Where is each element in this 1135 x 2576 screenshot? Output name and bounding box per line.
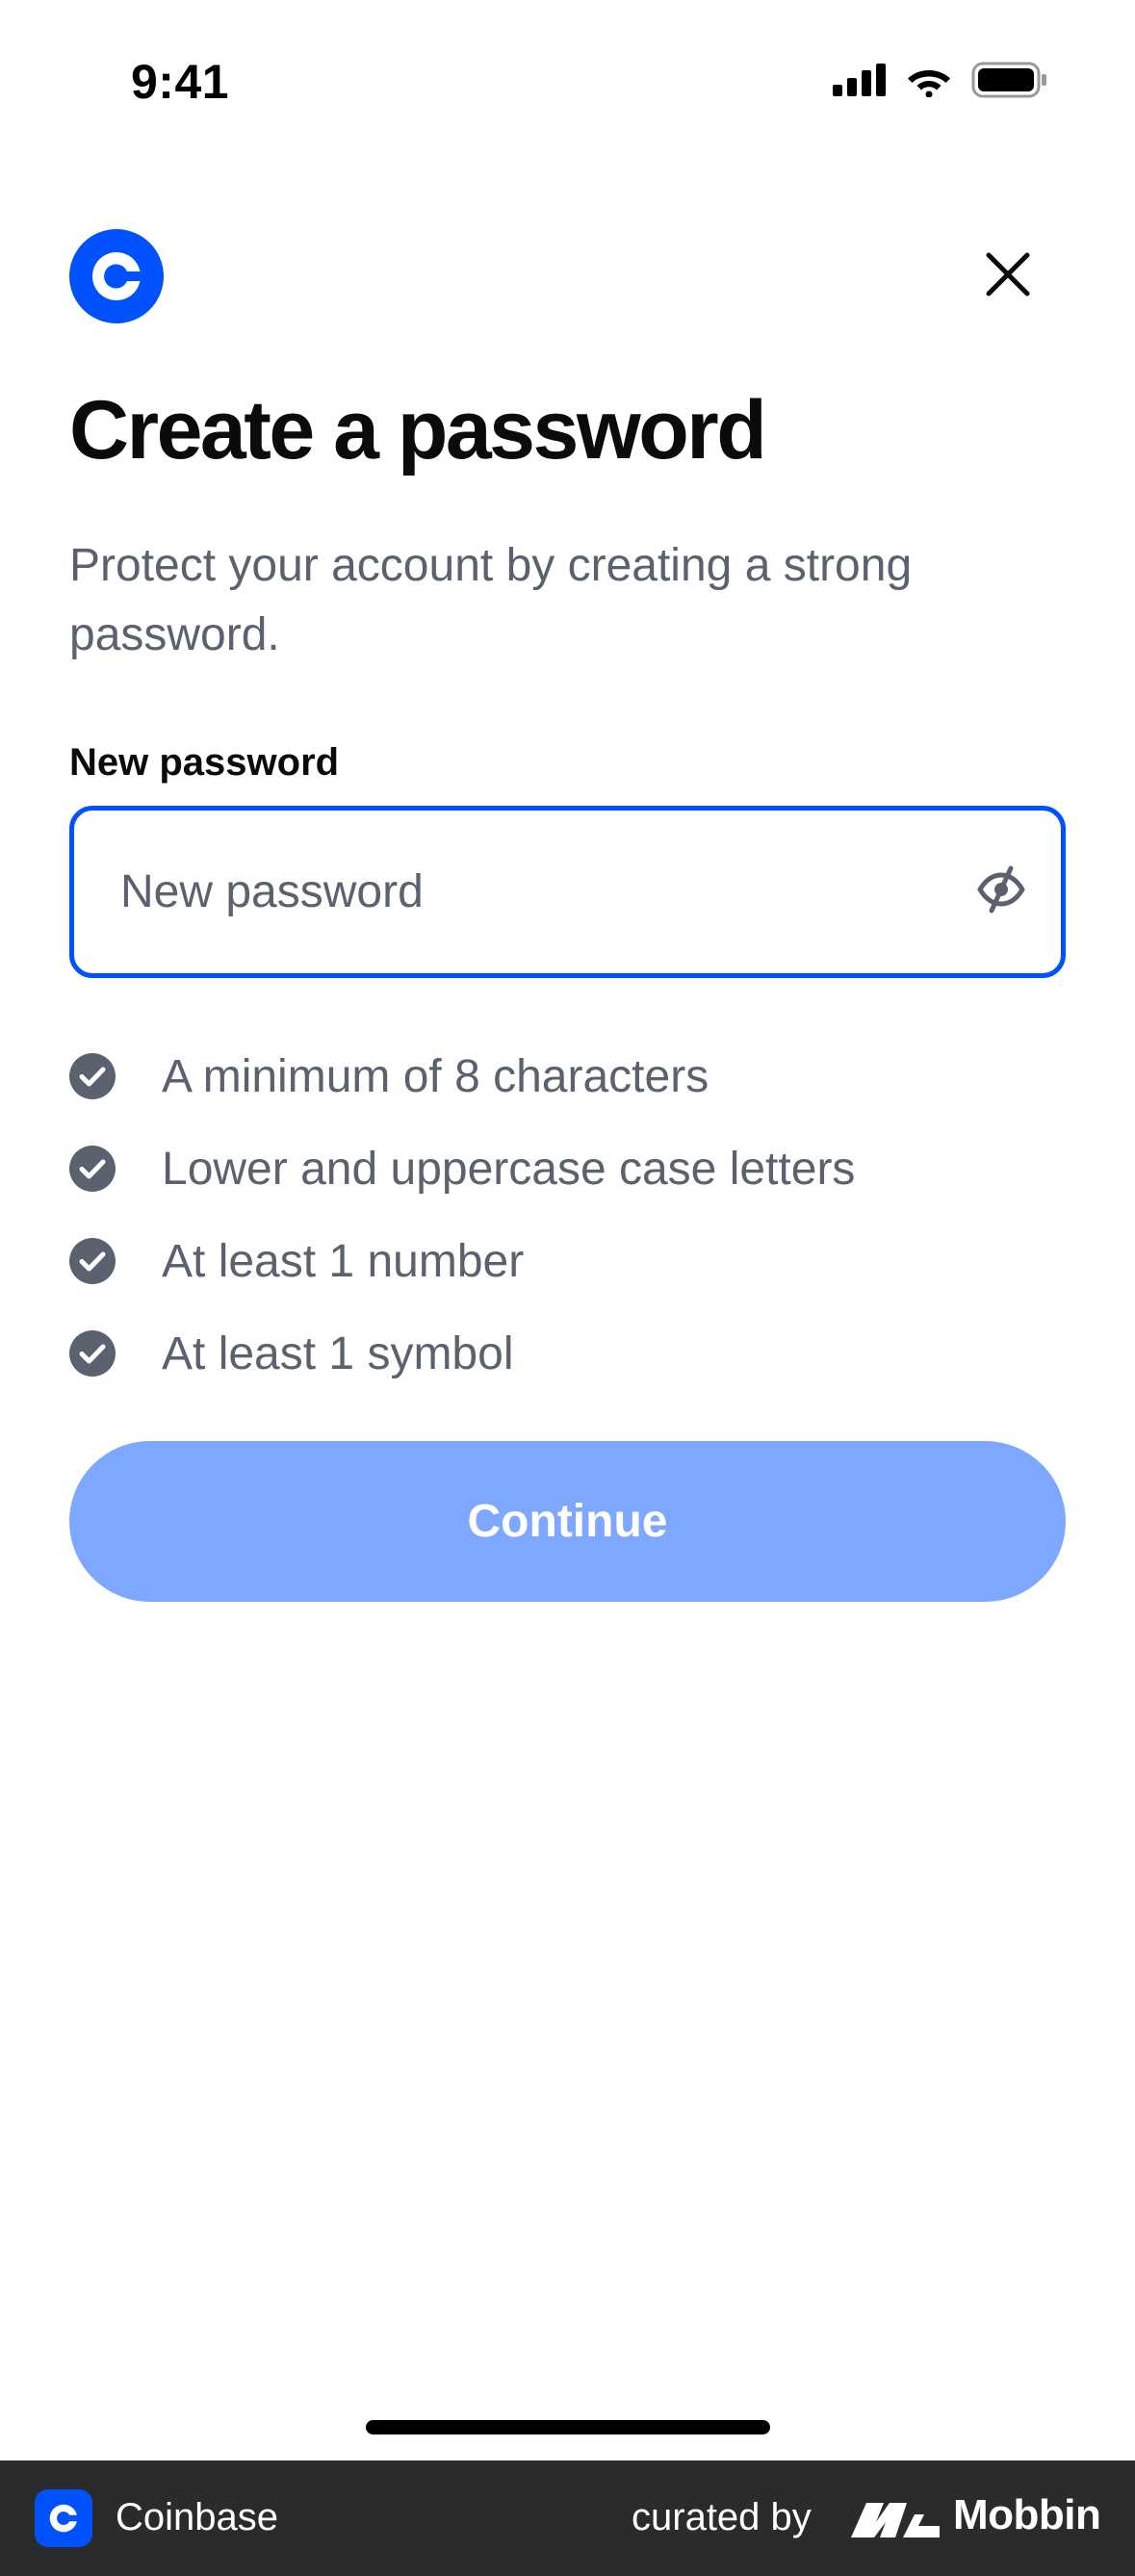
check-circle-icon bbox=[69, 1146, 116, 1192]
check-circle-icon bbox=[69, 1053, 116, 1099]
check-circle-icon bbox=[69, 1330, 116, 1377]
requirement-text: At least 1 symbol bbox=[162, 1327, 514, 1379]
toggle-password-visibility-button[interactable] bbox=[972, 863, 1030, 921]
wifi-icon bbox=[906, 63, 952, 102]
eye-off-icon bbox=[976, 864, 1026, 919]
footer-banner: Coinbase curated by Mobbin bbox=[0, 2460, 1135, 2576]
continue-button[interactable]: Continue bbox=[69, 1441, 1066, 1602]
requirement-item: At least 1 number bbox=[69, 1215, 855, 1307]
new-password-field bbox=[69, 806, 1066, 978]
close-button[interactable] bbox=[972, 241, 1044, 312]
close-icon bbox=[985, 251, 1031, 302]
password-requirements: A minimum of 8 characters Lower and uppe… bbox=[69, 1030, 855, 1400]
status-bar: 9:41 bbox=[0, 0, 1135, 144]
requirement-text: A minimum of 8 characters bbox=[162, 1050, 709, 1102]
signal-icon bbox=[833, 64, 887, 101]
new-password-input[interactable] bbox=[120, 811, 967, 973]
page-title: Create a password bbox=[69, 384, 767, 477]
coinbase-logo-icon bbox=[69, 229, 164, 323]
mobbin-logo-icon bbox=[851, 2495, 940, 2546]
coinbase-app-icon bbox=[35, 2489, 92, 2547]
status-time: 9:41 bbox=[131, 55, 230, 109]
new-password-label: New password bbox=[69, 741, 340, 784]
check-circle-icon bbox=[69, 1238, 116, 1284]
requirement-item: Lower and uppercase case letters bbox=[69, 1122, 855, 1215]
footer-app-name: Coinbase bbox=[116, 2496, 279, 2538]
requirement-item: A minimum of 8 characters bbox=[69, 1030, 855, 1122]
page-subtitle: Protect your account by creating a stron… bbox=[69, 540, 913, 660]
requirement-item: At least 1 symbol bbox=[69, 1307, 855, 1400]
requirement-text: Lower and uppercase case letters bbox=[162, 1143, 856, 1195]
status-icons bbox=[833, 62, 1048, 103]
battery-icon bbox=[971, 62, 1048, 103]
footer-brand-name: Mobbin bbox=[953, 2491, 1101, 2538]
footer-curated-by: curated by bbox=[632, 2496, 812, 2538]
requirement-text: At least 1 number bbox=[162, 1235, 525, 1287]
home-indicator bbox=[366, 2420, 770, 2434]
